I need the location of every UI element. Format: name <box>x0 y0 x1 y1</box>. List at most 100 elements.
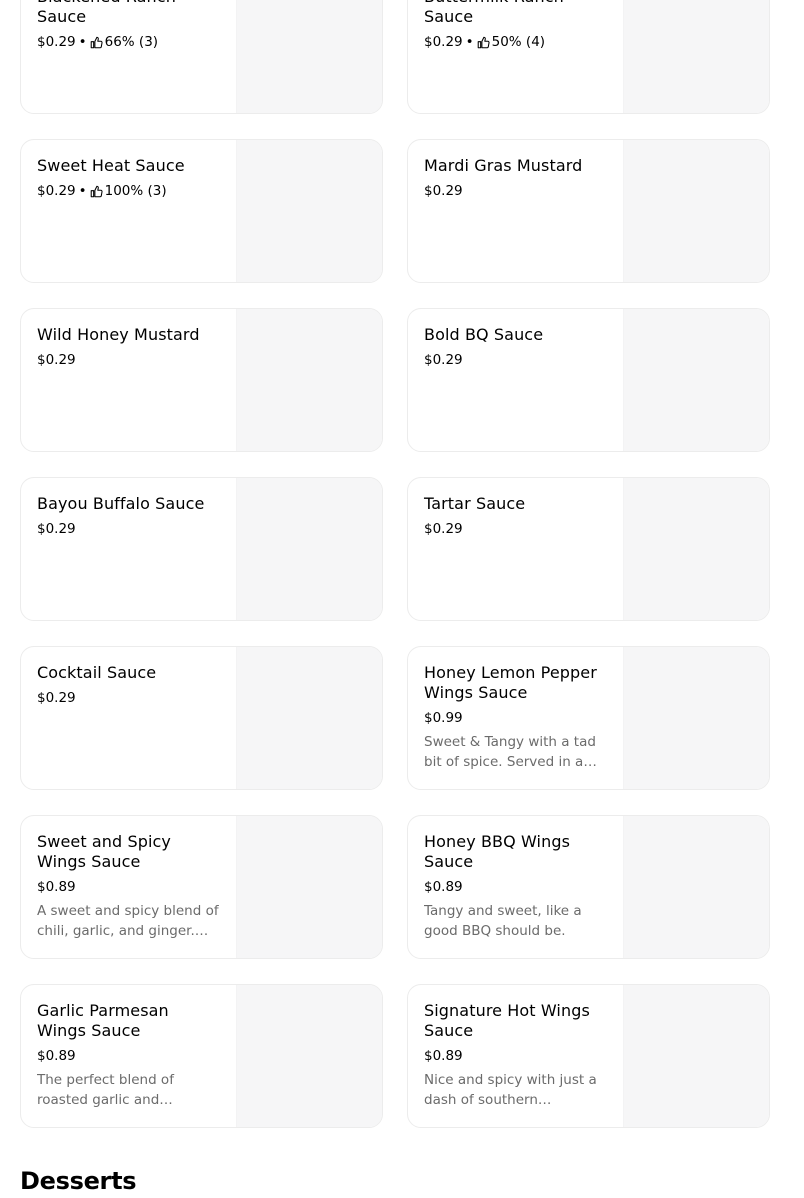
menu-item-info: Sweet Heat Sauce $0.29 • 100% (3) <box>37 156 221 201</box>
menu-item-info: Signature Hot Wings Sauce $0.89 Nice and… <box>424 1001 608 1110</box>
menu-item-image-placeholder <box>623 309 769 451</box>
menu-item-info: Cocktail Sauce $0.29 <box>37 663 221 708</box>
menu-item-name: Blackened Ranch Sauce <box>37 0 176 26</box>
menu-item-image-placeholder <box>236 985 382 1127</box>
menu-item-name: Signature Hot Wings Sauce <box>424 1001 590 1040</box>
menu-item-meta: $0.29 • 66% (3) <box>37 32 221 52</box>
thumbs-up-icon <box>90 185 103 197</box>
rating-text: 100% (3) <box>104 183 167 199</box>
menu-item-meta: $0.29 <box>424 519 608 539</box>
section-title-desserts: Desserts <box>20 1167 137 1195</box>
menu-item-price: $0.29 <box>37 690 76 706</box>
menu-item-image-placeholder <box>236 816 382 958</box>
menu-item-card[interactable]: Buttermilk Ranch Sauce $0.29 • 50% (4) <box>407 0 770 114</box>
menu-item-name: Bold BQ Sauce <box>424 325 544 344</box>
menu-item-price: $0.29 <box>424 183 463 199</box>
menu-item-meta: $0.89 <box>37 1046 221 1066</box>
menu-item-card[interactable]: Tartar Sauce $0.29 <box>407 477 770 621</box>
menu-item-rating: • 100% (3) <box>76 181 167 201</box>
menu-item-info: Garlic Parmesan Wings Sauce $0.89 The pe… <box>37 1001 221 1110</box>
menu-item-price: $0.89 <box>37 1048 76 1064</box>
menu-item-card[interactable]: Mardi Gras Mustard $0.29 <box>407 139 770 283</box>
menu-item-info: Sweet and Spicy Wings Sauce $0.89 A swee… <box>37 832 221 941</box>
menu-item-image-placeholder <box>623 140 769 282</box>
menu-item-meta: $0.29 <box>424 181 608 201</box>
menu-item-price: $0.89 <box>37 879 76 895</box>
menu-item-meta: $0.29 • 50% (4) <box>424 32 608 52</box>
menu-item-name: Cocktail Sauce <box>37 663 157 682</box>
menu-item-name: Honey BBQ Wings Sauce <box>424 832 571 871</box>
menu-item-price: $0.99 <box>424 710 463 726</box>
menu-item-card[interactable]: Blackened Ranch Sauce $0.29 • 66% (3) <box>20 0 383 114</box>
menu-item-image-placeholder <box>623 816 769 958</box>
menu-item-price: $0.29 <box>37 183 76 199</box>
menu-item-info: Tartar Sauce $0.29 <box>424 494 608 539</box>
menu-item-rating: • 66% (3) <box>76 32 158 52</box>
menu-item-meta: $0.29 <box>37 519 221 539</box>
menu-item-info: Blackened Ranch Sauce $0.29 • 66% (3) <box>37 0 221 52</box>
menu-item-image-placeholder <box>623 478 769 620</box>
menu-item-card[interactable]: Garlic Parmesan Wings Sauce $0.89 The pe… <box>20 984 383 1128</box>
menu-item-meta: $0.99 <box>424 708 608 728</box>
separator-dot: • <box>78 183 87 199</box>
menu-item-meta: $0.89 <box>37 877 221 897</box>
menu-item-image-placeholder <box>623 0 769 113</box>
menu-item-info: Bold BQ Sauce $0.29 <box>424 325 608 370</box>
menu-item-card[interactable]: Honey BBQ Wings Sauce $0.89 Tangy and sw… <box>407 815 770 959</box>
menu-item-price: $0.29 <box>37 34 76 50</box>
menu-item-name: Mardi Gras Mustard <box>424 156 583 175</box>
separator-dot: • <box>465 34 474 50</box>
menu-item-card[interactable]: Honey Lemon Pepper Wings Sauce $0.99 Swe… <box>407 646 770 790</box>
menu-item-description: Tangy and sweet, like a good BBQ should … <box>424 903 582 939</box>
menu-item-meta: $0.89 <box>424 1046 608 1066</box>
menu-item-meta: $0.89 <box>424 877 608 897</box>
menu-item-card[interactable]: Sweet and Spicy Wings Sauce $0.89 A swee… <box>20 815 383 959</box>
thumbs-up-icon <box>477 36 490 48</box>
menu-item-price: $0.29 <box>37 352 76 368</box>
menu-item-card[interactable]: Bold BQ Sauce $0.29 <box>407 308 770 452</box>
menu-item-price: $0.29 <box>424 34 463 50</box>
menu-item-name: Buttermilk Ranch Sauce <box>424 0 564 26</box>
menu-item-image-placeholder <box>236 478 382 620</box>
menu-item-name: Sweet and Spicy Wings Sauce <box>37 832 171 871</box>
menu-item-card[interactable]: Cocktail Sauce $0.29 <box>20 646 383 790</box>
menu-item-name: Wild Honey Mustard <box>37 325 200 344</box>
menu-item-info: Honey BBQ Wings Sauce $0.89 Tangy and sw… <box>424 832 608 941</box>
menu-item-rating: • 50% (4) <box>463 32 545 52</box>
rating-text: 50% (4) <box>491 34 546 50</box>
menu-item-info: Wild Honey Mustard $0.29 <box>37 325 221 370</box>
menu-item-meta: $0.29 <box>37 688 221 708</box>
menu-item-price: $0.29 <box>424 521 463 537</box>
menu-item-info: Bayou Buffalo Sauce $0.29 <box>37 494 221 539</box>
menu-item-image-placeholder <box>236 0 382 113</box>
separator-dot: • <box>78 34 87 50</box>
menu-item-card[interactable]: Sweet Heat Sauce $0.29 • 100% (3) <box>20 139 383 283</box>
menu-item-description: A sweet and spicy blend of chili, garlic… <box>37 903 219 939</box>
menu-item-image-placeholder <box>236 647 382 789</box>
menu-item-info: Buttermilk Ranch Sauce $0.29 • 50% (4) <box>424 0 608 52</box>
menu-item-price: $0.89 <box>424 1048 463 1064</box>
menu-item-name: Garlic Parmesan Wings Sauce <box>37 1001 169 1040</box>
menu-item-meta: $0.29 <box>424 350 608 370</box>
menu-item-card[interactable]: Signature Hot Wings Sauce $0.89 Nice and… <box>407 984 770 1128</box>
menu-item-info: Honey Lemon Pepper Wings Sauce $0.99 Swe… <box>424 663 608 772</box>
menu-item-name: Bayou Buffalo Sauce <box>37 494 205 513</box>
menu-item-card[interactable]: Bayou Buffalo Sauce $0.29 <box>20 477 383 621</box>
menu-item-name: Honey Lemon Pepper Wings Sauce <box>424 663 597 702</box>
menu-item-description: Sweet & Tangy with a tad bit of spice. S… <box>424 734 596 770</box>
menu-item-info: Mardi Gras Mustard $0.29 <box>424 156 608 201</box>
menu-item-image-placeholder <box>623 985 769 1127</box>
menu-item-grid: Blackened Ranch Sauce $0.29 • 66% (3) Bu… <box>20 0 770 1128</box>
menu-item-card[interactable]: Wild Honey Mustard $0.29 <box>20 308 383 452</box>
thumbs-up-icon <box>90 36 103 48</box>
menu-item-name: Sweet Heat Sauce <box>37 156 185 175</box>
menu-item-image-placeholder <box>236 309 382 451</box>
menu-item-name: Tartar Sauce <box>424 494 526 513</box>
menu-item-description: The perfect blend of roasted garlic and … <box>37 1072 174 1108</box>
menu-item-image-placeholder <box>236 140 382 282</box>
menu-item-meta: $0.29 • 100% (3) <box>37 181 221 201</box>
menu-item-meta: $0.29 <box>37 350 221 370</box>
menu-item-price: $0.29 <box>37 521 76 537</box>
rating-text: 66% (3) <box>104 34 159 50</box>
menu-item-image-placeholder <box>623 647 769 789</box>
